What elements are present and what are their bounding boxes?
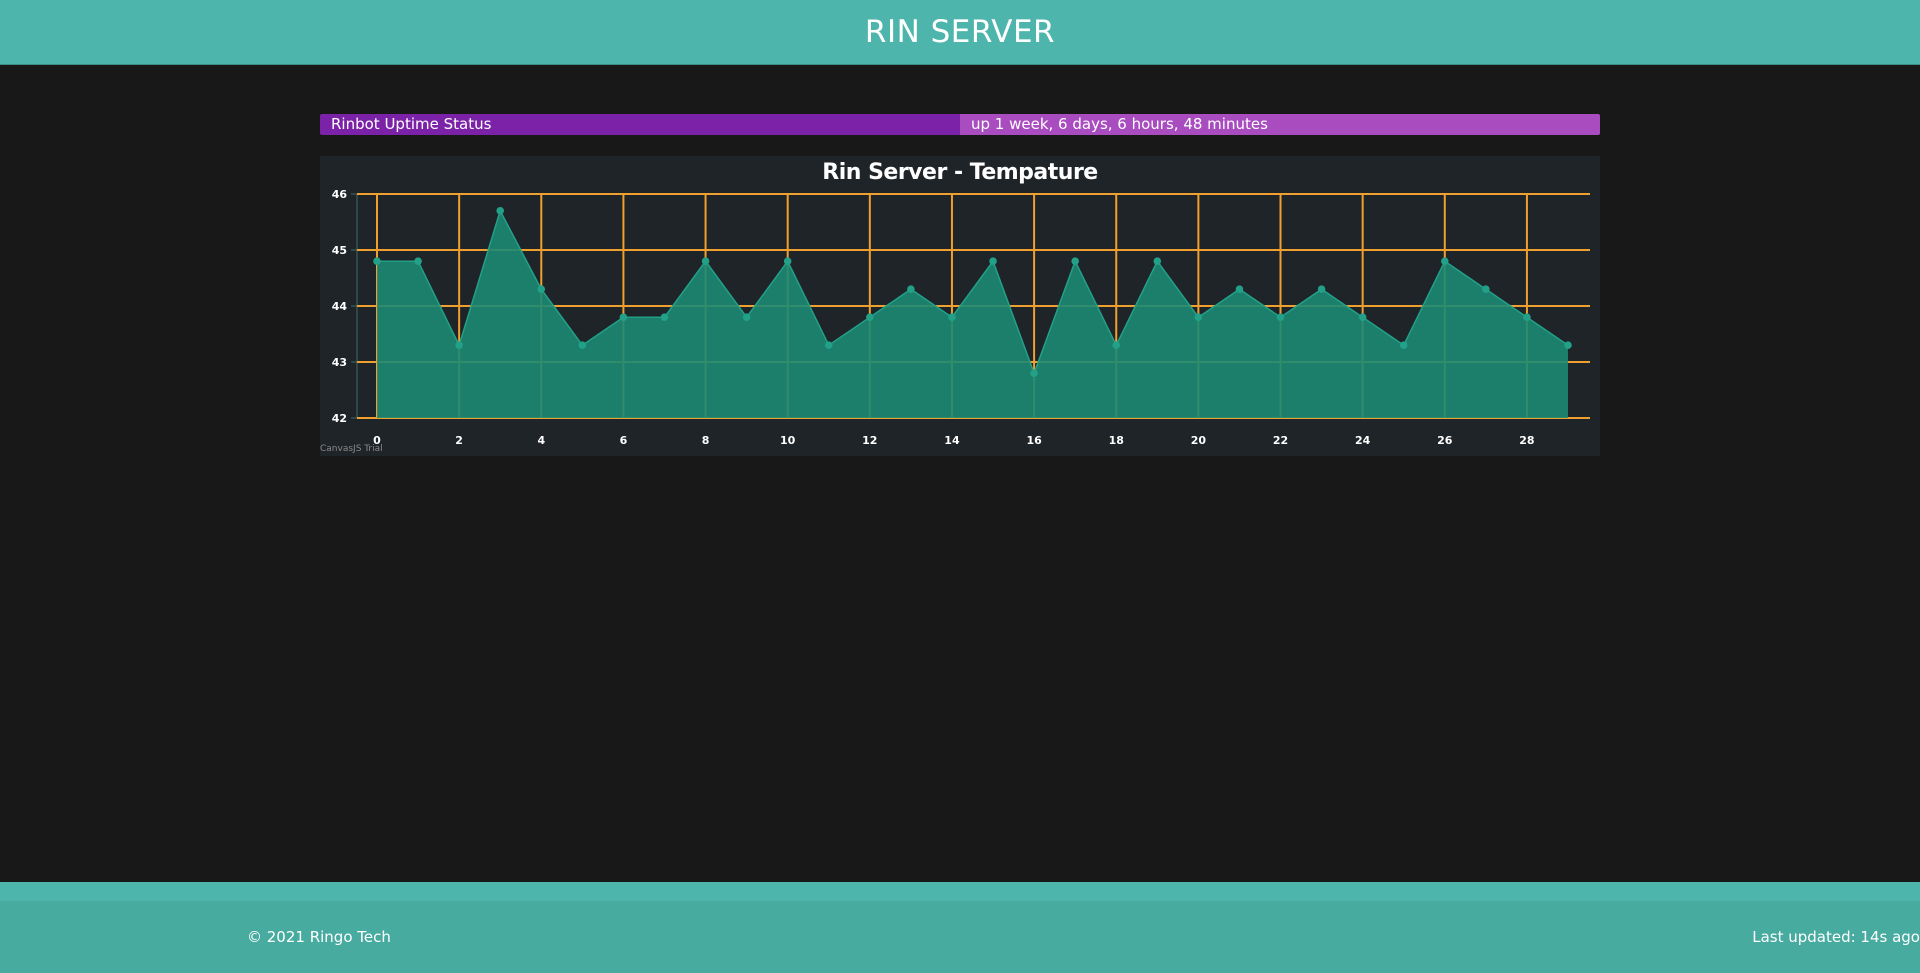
data-point [701,257,710,265]
data-point [373,257,381,265]
page-header: RIN SERVER [0,0,1920,65]
x-tick-label: 10 [780,434,796,447]
footer-copyright: © 2021 Ringo Tech [247,928,391,946]
data-point [989,257,997,265]
y-tick-label: 46 [332,188,348,201]
x-tick-label: 12 [862,434,877,447]
data-point [866,313,874,321]
page-footer: © 2021 Ringo Tech Last updated: 14s ago [0,901,1920,973]
uptime-status-bar: Rinbot Uptime Status up 1 week, 6 days, … [320,114,1600,135]
data-point [1317,285,1326,293]
y-tick-label: 43 [332,356,347,369]
x-tick-label: 2 [455,434,463,447]
page-title: RIN SERVER [864,14,1056,50]
y-tick-label: 45 [332,244,347,257]
x-tick-label: 18 [1109,434,1124,447]
data-point [1482,285,1490,293]
data-point [496,207,505,215]
data-point [1523,313,1531,321]
data-point [660,313,669,321]
data-point [619,313,628,321]
data-point [1276,313,1285,321]
footer-stripe [0,882,1920,901]
data-point [1358,313,1367,321]
footer-last-updated: Last updated: 14s ago [1752,928,1920,946]
x-tick-label: 26 [1437,434,1453,447]
x-tick-label: 6 [620,434,628,447]
data-point [414,257,422,265]
temperature-area [377,210,1568,418]
y-tick-label: 42 [332,412,347,425]
data-point [1112,341,1121,349]
chart-title: Rin Server - Tempature [822,160,1097,185]
x-tick-label: 16 [1026,434,1042,447]
data-point [1235,285,1244,293]
x-tick-label: 28 [1519,434,1534,447]
data-point [1440,257,1449,265]
data-point [455,341,463,349]
x-tick-label: 20 [1191,434,1207,447]
data-point [1030,369,1038,377]
data-point [742,313,751,321]
data-point [948,313,956,321]
data-point [907,285,915,293]
x-tick-label: 22 [1273,434,1288,447]
data-point [824,341,833,349]
data-point [1399,341,1408,349]
y-tick-label: 44 [332,300,348,313]
uptime-status-label: Rinbot Uptime Status [320,114,960,135]
chart-watermark: CanvasJS Trial [320,444,383,454]
uptime-status-value: up 1 week, 6 days, 6 hours, 48 minutes [960,114,1600,135]
data-point [1194,313,1203,321]
x-tick-label: 8 [702,434,710,447]
data-point [783,257,792,265]
x-tick-label: 24 [1355,434,1371,447]
x-tick-label: 14 [944,434,960,447]
temperature-chart: Rin Server - Tempature 42 43 44 45 46 0 2 4 6 8 10… [320,156,1600,456]
data-point [1071,257,1079,265]
data-point [1564,341,1572,349]
chart-canvas: Rin Server - Tempature 42434445460 2 4 6 8 10… [332,160,1590,447]
data-point [537,285,546,293]
data-point [1153,257,1162,265]
data-point [578,341,587,349]
x-tick-label: 4 [537,434,545,447]
